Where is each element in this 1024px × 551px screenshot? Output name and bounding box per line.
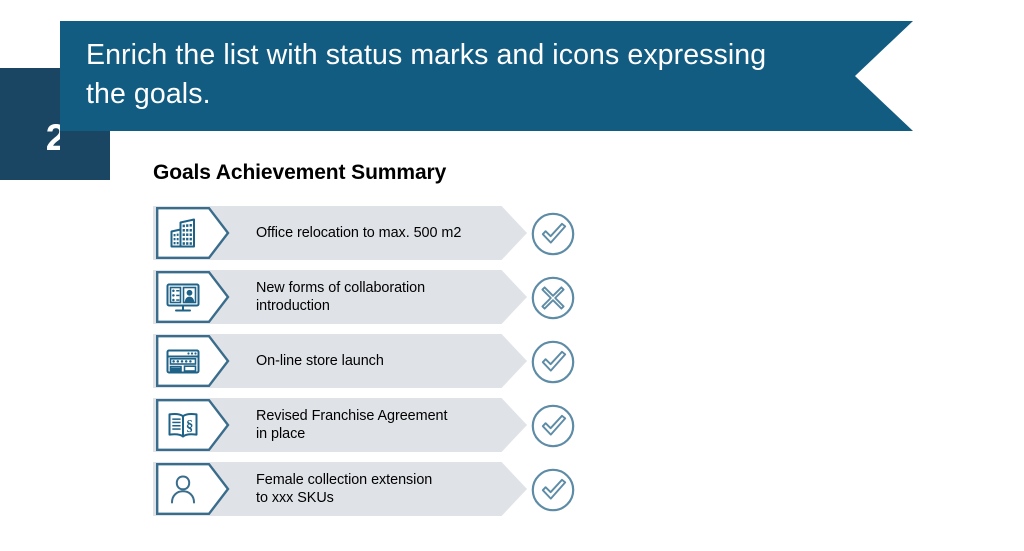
open-book-section-icon: §: [163, 405, 203, 445]
svg-text:§: §: [186, 419, 194, 435]
goal-icon-badge: [155, 206, 231, 260]
goal-row[interactable]: Office relocation to max. 500 m2: [153, 206, 593, 260]
goal-row[interactable]: Female collection extension to xxx SKUs: [153, 462, 593, 516]
check-circle-icon[interactable]: [529, 210, 577, 258]
browser-window-icon: [163, 341, 203, 381]
goals-list: Office relocation to max. 500 m2 New for…: [153, 206, 593, 516]
section-title: Goals Achievement Summary: [153, 161, 447, 184]
goal-label: On-line store launch: [256, 352, 384, 369]
check-circle-icon[interactable]: [529, 338, 577, 386]
goal-icon-badge: [155, 334, 231, 388]
check-circle-icon[interactable]: [529, 466, 577, 514]
goal-label: Revised Franchise Agreement in place: [256, 407, 448, 443]
goal-icon-badge: §: [155, 398, 231, 452]
goal-icon-badge: [155, 462, 231, 516]
content-area: Goals Achievement Summary Office relocat…: [0, 0, 1024, 551]
goal-row[interactable]: New forms of collaboration introduction: [153, 270, 593, 324]
video-conference-monitor-icon: [163, 277, 203, 317]
goal-label: New forms of collaboration introduction: [256, 279, 426, 315]
goal-icon-badge: [155, 270, 231, 324]
goal-row[interactable]: § Revised Franchise Agreement in place: [153, 398, 593, 452]
goal-label: Office relocation to max. 500 m2: [256, 224, 462, 241]
cross-circle-icon[interactable]: [529, 274, 577, 322]
person-icon: [163, 469, 203, 509]
goal-label: Female collection extension to xxx SKUs: [256, 471, 433, 507]
goal-row[interactable]: On-line store launch: [153, 334, 593, 388]
office-building-icon: [163, 213, 203, 253]
check-circle-icon[interactable]: [529, 402, 577, 450]
